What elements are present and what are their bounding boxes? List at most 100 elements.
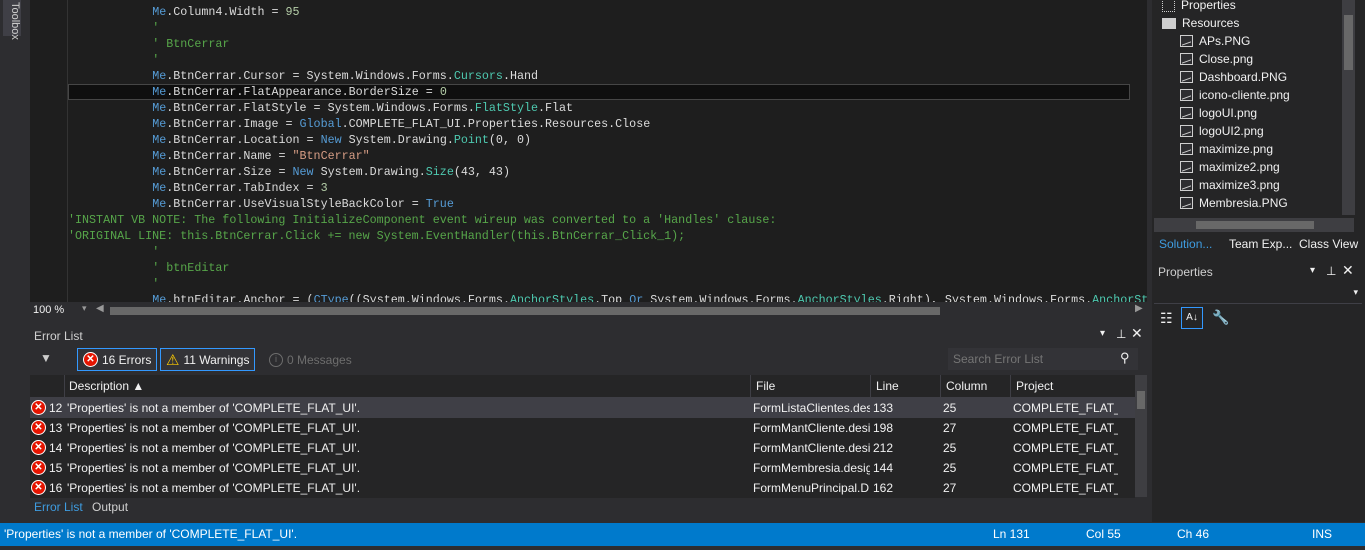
- code-token: 'INSTANT VB NOTE: The following Initiali…: [68, 213, 777, 227]
- pin-icon[interactable]: ⊥: [1116, 327, 1126, 341]
- error-row[interactable]: ✕ 14 'Properties' is not a member of 'CO…: [30, 438, 1135, 458]
- scroll-right-icon[interactable]: ▶: [1135, 303, 1143, 314]
- close-icon[interactable]: ✕: [1131, 325, 1143, 342]
- code-token: ': [152, 21, 160, 35]
- tree-item-label: icono-cliente.png: [1199, 88, 1290, 102]
- object-selector[interactable]: ▾: [1154, 284, 1362, 304]
- zoom-dropdown-icon[interactable]: ▾: [82, 303, 87, 314]
- alphabetical-icon[interactable]: A↓: [1181, 307, 1203, 329]
- code-line: ' BtnCerrar: [152, 36, 229, 52]
- errors-filter-button[interactable]: ✕ 16 Errors: [77, 348, 158, 371]
- solution-tree-item[interactable]: maximize.png: [1180, 140, 1273, 158]
- warning-icon: ⚠: [166, 351, 180, 369]
- error-project: COMPLETE_FLAT_UI: [1013, 441, 1118, 455]
- solution-tree-item[interactable]: logoUI.png: [1180, 104, 1257, 122]
- code-token: 95: [285, 5, 300, 19]
- tree-item-label: Resources: [1182, 16, 1240, 30]
- solution-horizontal-scrollbar[interactable]: [1154, 218, 1354, 232]
- panel-tab[interactable]: Class View: [1294, 235, 1363, 255]
- code-token: Me: [152, 293, 167, 302]
- panel-tab[interactable]: Solution...: [1154, 235, 1217, 255]
- code-token: Me: [152, 85, 167, 99]
- code-token: .Hand: [502, 69, 539, 83]
- error-list-scrollbar[interactable]: [1135, 375, 1147, 497]
- property-pages-icon[interactable]: 🔧: [1212, 309, 1229, 326]
- solution-tree-item[interactable]: Properties: [1162, 0, 1236, 14]
- column-header-column[interactable]: Column: [946, 379, 987, 393]
- code-token: Cursors: [453, 69, 503, 83]
- code-token: .BtnCerrar.Size =: [166, 165, 293, 179]
- code-token: AnchorStyles: [509, 293, 595, 302]
- solution-scrollbar[interactable]: [1342, 0, 1355, 215]
- search-error-list-input[interactable]: [948, 348, 1138, 370]
- panel-menu-icon[interactable]: ▾: [1310, 265, 1315, 276]
- solution-tree-item[interactable]: logoUI2.png: [1180, 122, 1264, 140]
- code-token: System.Drawing.: [341, 133, 454, 147]
- code-token: Me: [152, 165, 167, 179]
- search-icon[interactable]: ⚲: [1120, 350, 1130, 366]
- scroll-left-icon[interactable]: ◀: [96, 303, 104, 314]
- code-line: 'INSTANT VB NOTE: The following Initiali…: [68, 212, 776, 228]
- error-column: 25: [943, 401, 957, 415]
- messages-filter-button[interactable]: i 0 Messages: [263, 348, 358, 371]
- error-column: 25: [943, 441, 957, 455]
- code-token: .Flat: [538, 101, 574, 115]
- panel-menu-icon[interactable]: ▾: [1100, 328, 1105, 339]
- solution-tree-item[interactable]: maximize3.png: [1180, 176, 1280, 194]
- tab-output[interactable]: Output: [92, 500, 128, 514]
- error-file: FormMenuPrincipal.D: [753, 481, 870, 495]
- error-project: COMPLETE_FLAT_UI: [1013, 481, 1118, 495]
- error-column: 25: [943, 461, 957, 475]
- close-icon[interactable]: ✕: [1342, 262, 1354, 279]
- code-token: .BtnCerrar.Name =: [166, 149, 293, 163]
- code-editor[interactable]: Me.Column4.Width = 95 ' ' BtnCerrar ' Me.Btn…: [30, 0, 1147, 302]
- error-icon: ✕: [31, 420, 46, 435]
- solution-tree-item[interactable]: Dashboard.PNG: [1180, 68, 1287, 86]
- column-header-project[interactable]: Project: [1016, 379, 1053, 393]
- code-token: Me: [152, 149, 167, 163]
- error-icon: ✕: [31, 440, 46, 455]
- error-row[interactable]: ✕ 13 'Properties' is not a member of 'CO…: [30, 418, 1135, 438]
- code-token: Global: [299, 117, 342, 131]
- tab-error-list[interactable]: Error List: [34, 500, 83, 514]
- status-char: Ch 46: [1177, 527, 1210, 541]
- code-token: True: [425, 197, 454, 211]
- solution-tree-item[interactable]: Resources: [1162, 14, 1239, 32]
- code-token: .Top: [594, 293, 630, 302]
- code-token: .btnEditar.Anchor = (: [166, 293, 314, 302]
- error-row[interactable]: ✕ 16 'Properties' is not a member of 'CO…: [30, 478, 1135, 498]
- code-token: New: [320, 133, 342, 147]
- code-token: System.Windows.Forms.: [643, 293, 798, 302]
- zoom-level[interactable]: 100 %: [33, 304, 64, 316]
- panel-tab[interactable]: Team Exp...: [1224, 235, 1297, 255]
- error-row[interactable]: ✕ 12 'Properties' is not a member of 'CO…: [30, 398, 1135, 418]
- column-header-file[interactable]: File: [756, 379, 775, 393]
- column-header-line[interactable]: Line: [876, 379, 899, 393]
- properties-header: Properties ▾ ⊥ ✕: [1152, 262, 1365, 282]
- categorized-icon[interactable]: ☷: [1160, 310, 1173, 327]
- error-description: 'Properties' is not a member of 'COMPLET…: [67, 461, 361, 475]
- toolbox-tab[interactable]: Toolbox: [3, 0, 21, 40]
- errors-label: 16 Errors: [102, 352, 152, 367]
- code-token: 0: [439, 85, 447, 99]
- tree-item-label: APs.PNG: [1199, 34, 1251, 48]
- error-description: 'Properties' is not a member of 'COMPLET…: [67, 441, 361, 455]
- filter-icon[interactable]: ▼: [40, 351, 52, 365]
- pin-icon[interactable]: ⊥: [1326, 264, 1336, 278]
- solution-tree-item[interactable]: Membresia.PNG: [1180, 194, 1288, 212]
- code-token: (0, 0): [488, 133, 532, 147]
- error-number: 13: [49, 421, 63, 435]
- column-header-description[interactable]: Description ▲: [69, 379, 144, 393]
- status-line: Ln 131: [993, 527, 1030, 541]
- code-token: .BtnCerrar.FlatStyle = System.Windows.Fo…: [166, 101, 475, 115]
- error-row[interactable]: ✕ 15 'Properties' is not a member of 'CO…: [30, 458, 1135, 478]
- horizontal-scroll-thumb[interactable]: [110, 307, 940, 315]
- solution-tree-item[interactable]: APs.PNG: [1180, 32, 1250, 50]
- code-token: .BtnCerrar.UseVisualStyleBackColor =: [166, 197, 426, 211]
- solution-tree-item[interactable]: Close.png: [1180, 50, 1253, 68]
- solution-tree-item[interactable]: icono-cliente.png: [1180, 86, 1290, 104]
- code-token: ': [152, 277, 160, 291]
- warnings-filter-button[interactable]: ⚠ 11 Warnings: [160, 348, 256, 371]
- solution-tree-item[interactable]: maximize2.png: [1180, 158, 1280, 176]
- properties-icon: [1162, 0, 1175, 12]
